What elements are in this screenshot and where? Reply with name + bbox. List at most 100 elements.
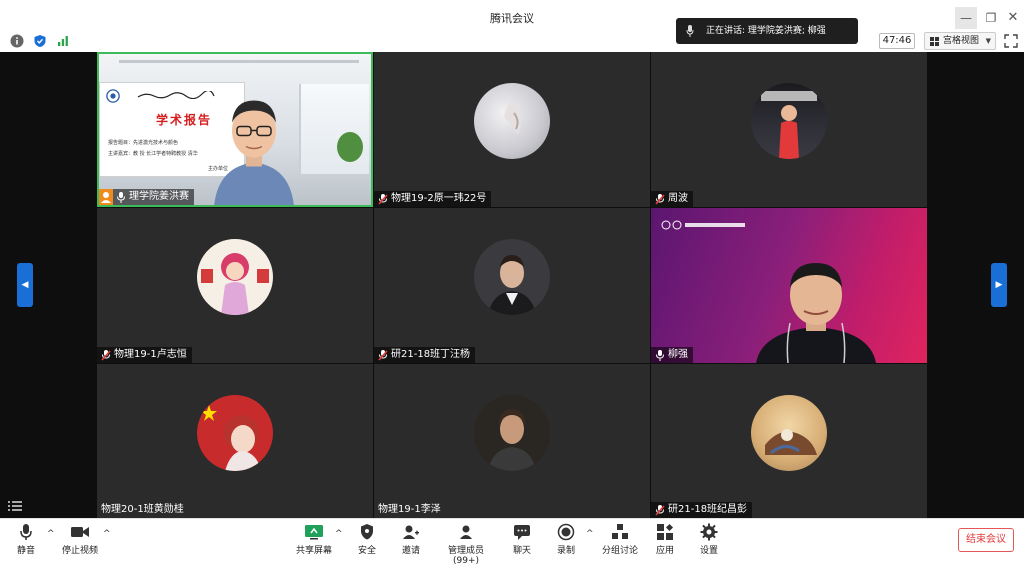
shield-icon[interactable]	[33, 34, 47, 48]
participant-name: 柳强	[668, 349, 688, 360]
avatar-image	[761, 91, 817, 159]
meeting-timer: 47:46	[879, 33, 915, 49]
participant-name: 周波	[668, 193, 688, 204]
apps-button[interactable]: 应用	[652, 523, 678, 557]
participant-tile[interactable]: 物理19-1李泽	[374, 364, 650, 518]
add-user-icon	[403, 525, 419, 539]
participant-tile[interactable]: 研21-18班丁汪杨	[374, 208, 650, 363]
participant-tile[interactable]: 周波	[651, 52, 927, 207]
fullscreen-icon[interactable]	[1004, 34, 1018, 48]
apps-label: 应用	[655, 546, 674, 556]
meeting-info-bar	[0, 31, 1024, 51]
end-meeting-button[interactable]: 结束会议	[958, 528, 1014, 552]
signal-icon[interactable]	[56, 34, 70, 48]
record-button[interactable]: 录制	[553, 523, 579, 557]
chevron-up-icon[interactable]: ^	[335, 529, 343, 539]
close-button[interactable]: ✕	[1002, 7, 1024, 29]
breakout-rooms-button[interactable]: 分组讨论	[600, 523, 640, 557]
speaking-indicator: 正在讲话: 理学院姜洪赛; 柳强	[676, 18, 858, 44]
participant-video	[756, 263, 876, 363]
avatar-image	[765, 429, 817, 455]
participant-tile[interactable]: 研21-18班纪昌彭	[651, 364, 927, 518]
grid-icon	[930, 37, 939, 46]
meeting-toolbar: 静音 ^ 停止视频 ^ 共享屏幕 ^ 安全 邀请 管理成员(99+) 聊天 录制…	[0, 518, 1024, 566]
manage-members-button[interactable]: 管理成员(99+)	[436, 523, 496, 566]
chat-button[interactable]: 聊天	[509, 523, 535, 557]
participant-tile[interactable]: 柳强	[651, 208, 927, 363]
avatar	[751, 395, 827, 471]
view-mode-button[interactable]: 宫格视图 ▼	[924, 32, 996, 50]
apps-icon	[657, 523, 674, 540]
avatar-image	[504, 101, 521, 135]
minimize-button[interactable]: —	[955, 7, 977, 29]
view-mode-label: 宫格视图	[943, 36, 980, 46]
list-icon[interactable]	[8, 500, 22, 512]
mic-icon	[686, 25, 694, 37]
chat-icon	[514, 525, 530, 540]
speaking-text: 正在讲话: 理学院姜洪赛; 柳强	[706, 26, 826, 36]
chat-label: 聊天	[512, 546, 531, 556]
mute-button[interactable]: 静音	[12, 523, 40, 557]
previous-page-button[interactable]: ◀	[17, 263, 33, 307]
members-icon	[460, 525, 472, 539]
participant-name: 理学院姜洪赛	[129, 191, 189, 202]
participant-label: 物理19-1卢志恒	[97, 347, 192, 363]
participant-name: 物理19-1卢志恒	[114, 349, 187, 360]
shield-icon	[361, 524, 373, 540]
ceiling-light	[119, 60, 359, 63]
share-screen-label: 共享屏幕	[296, 546, 333, 556]
mic-icon	[117, 191, 125, 203]
participant-label: 柳强	[651, 347, 693, 363]
participant-label: 物理19-2原一玮22号	[374, 191, 492, 207]
avatar-image	[201, 253, 269, 315]
participant-label: 周波	[651, 191, 693, 207]
avatar	[197, 239, 273, 315]
chevron-up-icon[interactable]: ^	[103, 529, 111, 539]
video-gallery: 学术报告 报告题目：先进激光技术与颜色 主讲嘉宾：教 授 长江学者特聘教授 清华…	[0, 52, 1024, 518]
invite-button[interactable]: 邀请	[398, 523, 424, 557]
participant-label: 物理19-1李泽	[374, 502, 446, 518]
chevron-down-icon: ▼	[985, 37, 991, 45]
mic-muted-icon	[101, 349, 111, 361]
participant-tile[interactable]: 学术报告 报告题目：先进激光技术与颜色 主讲嘉宾：教 授 长江学者特聘教授 清华…	[97, 52, 373, 207]
info-icon[interactable]	[10, 34, 24, 48]
breakout-icon	[612, 524, 628, 539]
speaker-video	[214, 100, 294, 205]
mute-label: 静音	[16, 546, 35, 556]
chevron-up-icon[interactable]: ^	[47, 529, 55, 539]
window-title: 腾讯会议	[490, 12, 534, 25]
avatar-image	[488, 255, 536, 315]
participant-tile[interactable]: 物理19-2原一玮22号	[374, 52, 650, 207]
settings-button[interactable]: 设置	[696, 523, 722, 557]
avatar-image	[201, 405, 261, 471]
gear-icon	[700, 523, 718, 541]
avatar	[474, 395, 550, 471]
participant-label: 理学院姜洪赛	[99, 189, 194, 205]
university-logo	[106, 89, 120, 103]
participant-name: 物理20-1班黄勋桂	[101, 504, 184, 515]
stop-video-label: 停止视频	[61, 546, 98, 556]
camera-icon	[71, 527, 89, 537]
participant-label: 物理20-1班黄勋桂	[97, 502, 189, 518]
avatar	[474, 83, 550, 159]
security-button[interactable]: 安全	[354, 523, 380, 557]
breakout-label: 分组讨论	[601, 546, 638, 556]
participant-label: 研21-18班丁汪杨	[374, 347, 476, 363]
chevron-up-icon[interactable]: ^	[586, 529, 594, 539]
stop-video-button[interactable]: 停止视频	[60, 523, 100, 557]
next-page-button[interactable]: ▶	[991, 263, 1007, 307]
participant-name: 物理19-1李泽	[378, 504, 441, 515]
mic-icon	[20, 524, 32, 540]
share-screen-icon	[305, 525, 323, 540]
mic-muted-icon	[655, 504, 665, 516]
record-label: 录制	[556, 546, 575, 556]
window-pane	[299, 84, 369, 174]
participant-tile[interactable]: 物理19-1卢志恒	[97, 208, 373, 363]
invite-label: 邀请	[401, 546, 420, 556]
share-screen-button[interactable]: 共享屏幕	[296, 523, 332, 557]
avatar-image	[488, 409, 536, 471]
participant-tile[interactable]: 物理20-1班黄勋桂	[97, 364, 373, 518]
participant-name: 研21-18班纪昌彭	[668, 504, 748, 515]
restore-button[interactable]: ❐	[980, 7, 1002, 29]
tsinghua-logo	[661, 220, 745, 230]
